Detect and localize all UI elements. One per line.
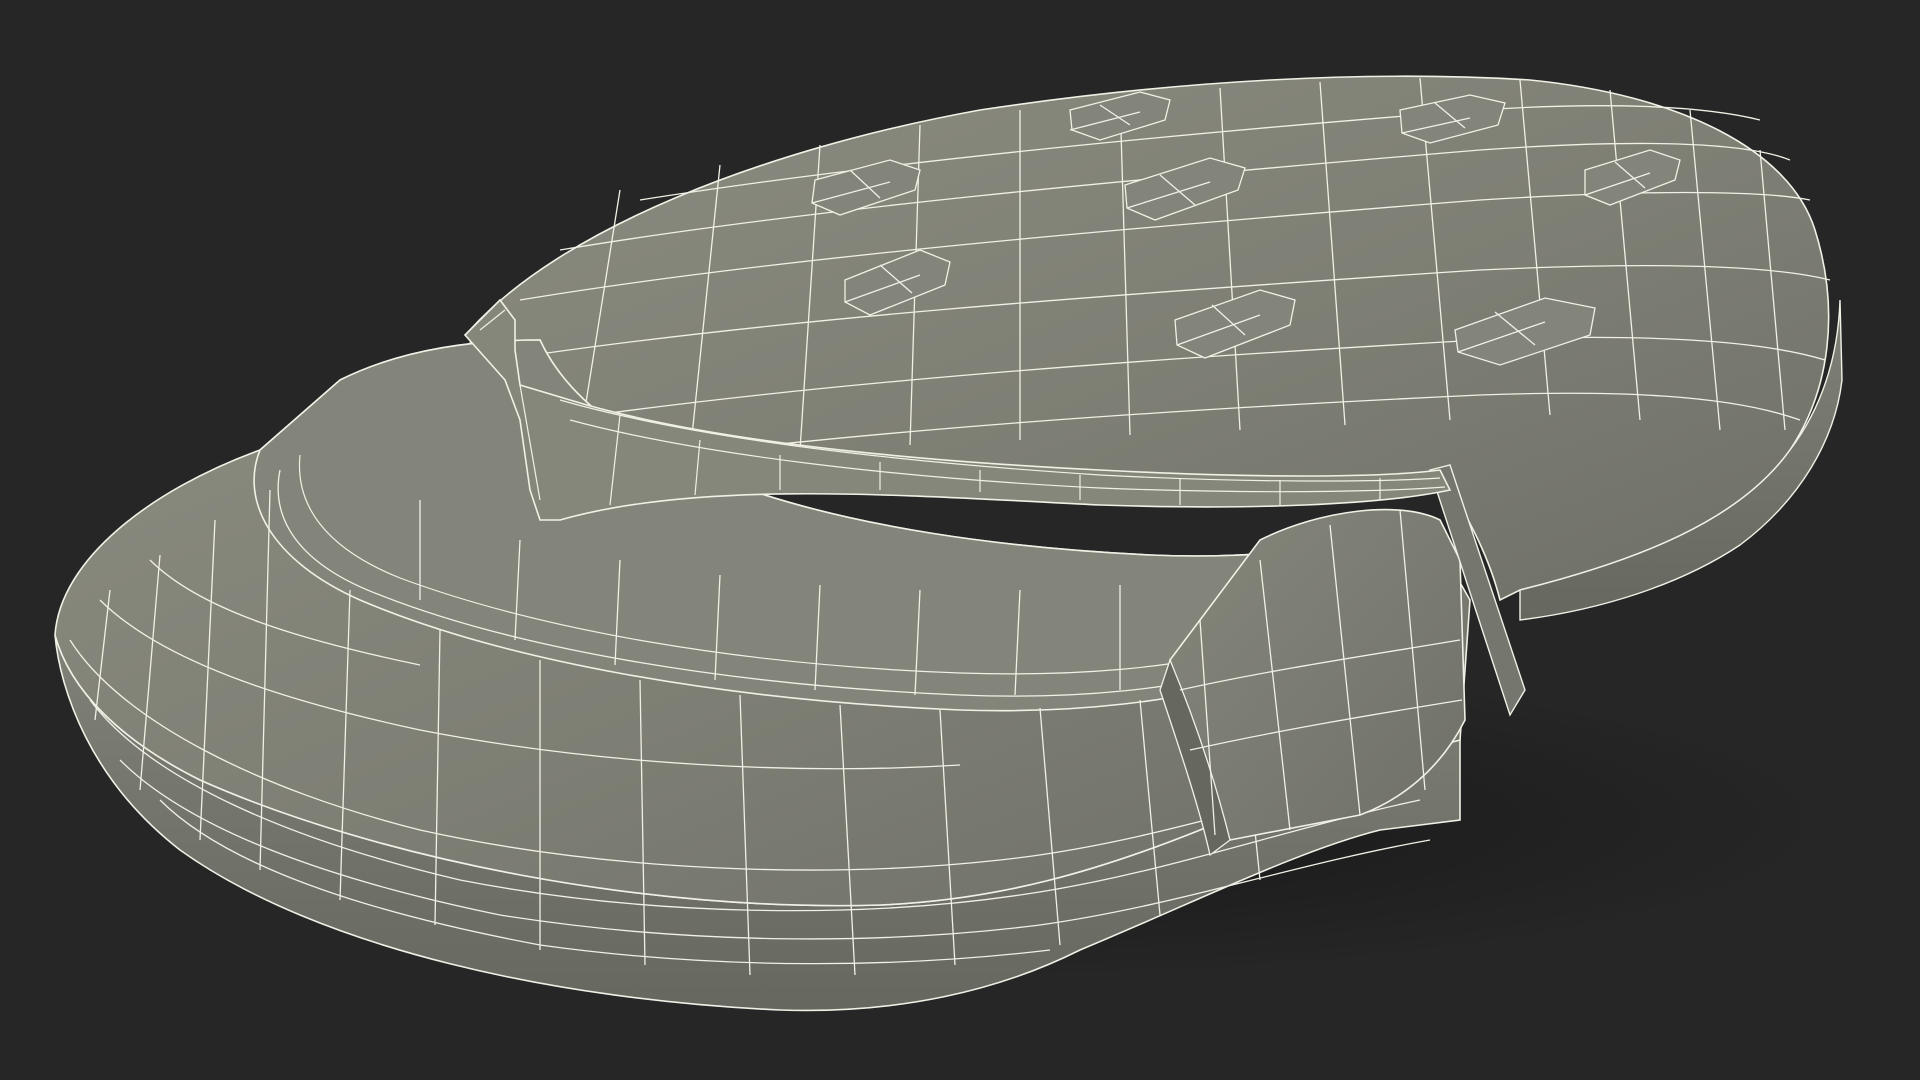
render-viewport [0,0,1920,1080]
model-render [54,75,1843,1012]
